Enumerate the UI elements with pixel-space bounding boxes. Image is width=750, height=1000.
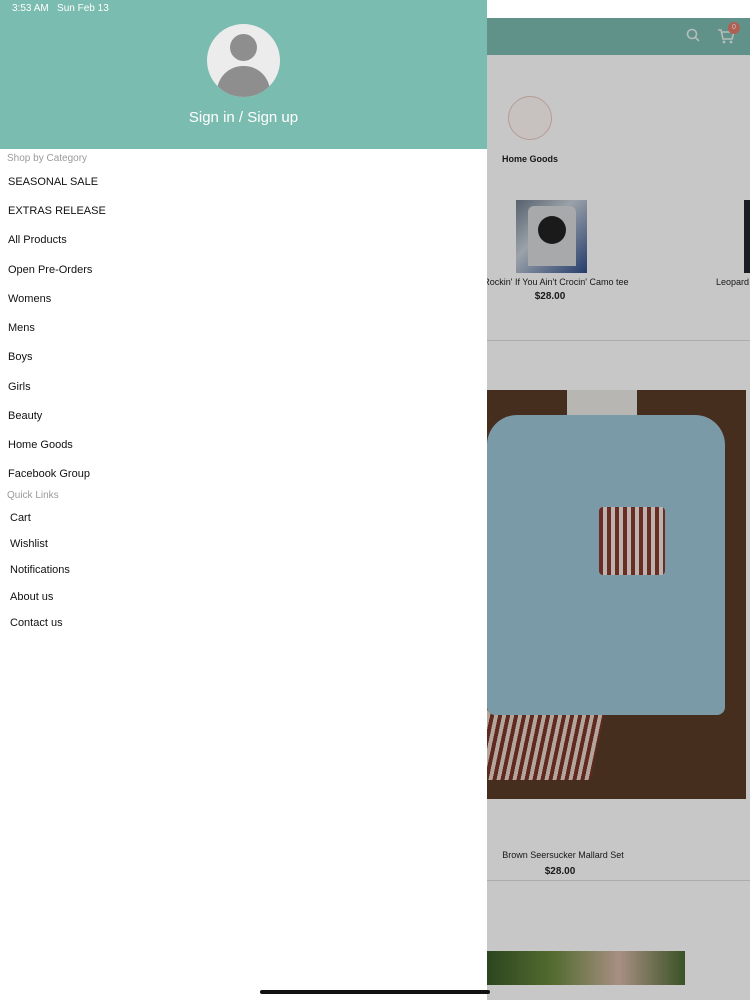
menu-item-extras-release[interactable]: EXTRAS RELEASE [8, 205, 106, 217]
menu-item-womens[interactable]: Womens [8, 293, 51, 305]
side-drawer: Sign in / Sign up Shop by Category SEASO… [0, 0, 487, 1000]
menu-item-girls[interactable]: Girls [8, 381, 31, 393]
category-heading: Shop by Category [7, 153, 88, 164]
sign-in-link[interactable]: Sign in / Sign up [0, 109, 487, 126]
battery-icon [718, 4, 738, 13]
drawer-header: Sign in / Sign up [0, 0, 487, 149]
quick-links-heading: Quick Links [7, 490, 59, 501]
menu-item-all-products[interactable]: All Products [8, 234, 67, 246]
menu-item-seasonal-sale[interactable]: SEASONAL SALE [8, 176, 98, 188]
status-right: 100% [672, 3, 738, 14]
menu-item-facebook-group[interactable]: Facebook Group [8, 468, 90, 480]
quick-link-notifications[interactable]: Notifications [10, 564, 70, 576]
quick-link-contact-us[interactable]: Contact us [10, 617, 63, 629]
home-indicator[interactable] [260, 990, 490, 994]
menu-item-open-pre-orders[interactable]: Open Pre-Orders [8, 264, 92, 276]
drawer-scrim[interactable] [487, 18, 750, 1000]
user-icon [230, 34, 257, 61]
menu-item-beauty[interactable]: Beauty [8, 410, 42, 422]
quick-link-cart[interactable]: Cart [10, 512, 31, 524]
menu-item-mens[interactable]: Mens [8, 322, 35, 334]
avatar[interactable] [207, 24, 280, 97]
quick-link-wishlist[interactable]: Wishlist [10, 538, 48, 550]
quick-link-about-us[interactable]: About us [10, 591, 53, 603]
wifi-icon [672, 4, 684, 13]
battery-percent: 100% [688, 3, 714, 14]
menu-item-boys[interactable]: Boys [8, 351, 32, 363]
menu-item-home-goods[interactable]: Home Goods [8, 439, 73, 451]
status-time: 3:53 AM Sun Feb 13 [12, 3, 109, 14]
status-bar: 3:53 AM Sun Feb 13 100% [0, 0, 750, 18]
